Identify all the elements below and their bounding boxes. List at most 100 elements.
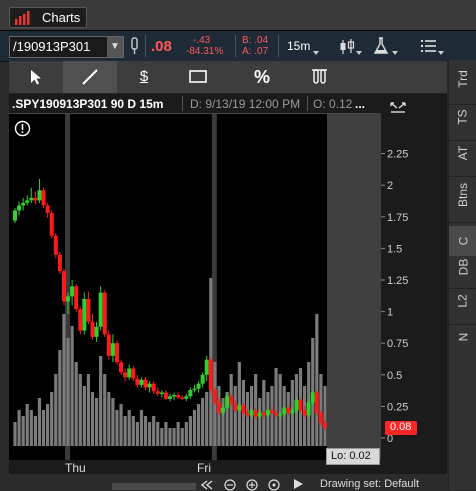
candle-body [245, 412, 250, 416]
price-level-tool[interactable]: $ [117, 61, 171, 93]
chevron-down-icon[interactable] [438, 51, 444, 55]
drawing-toolbar: $ % [9, 61, 447, 94]
reset-zoom-icon[interactable] [268, 479, 280, 491]
volume-bar [13, 422, 17, 446]
candle-body [106, 334, 111, 356]
candle-body [25, 200, 30, 203]
chart-symbol-title: .SPY190913P301 90 D 15m [12, 97, 164, 111]
charts-tab[interactable]: Charts [9, 7, 87, 28]
candle-body [184, 396, 189, 399]
y-tick-label: 0.25 [387, 401, 408, 413]
tab-ts[interactable]: TS [449, 109, 476, 140]
tab-trd[interactable]: Trd [449, 70, 476, 102]
y-tick-label: 1.25 [387, 275, 408, 287]
y-tick-label: 2 [387, 180, 393, 192]
volume-bar [143, 416, 148, 446]
more-button[interactable]: ... [355, 97, 365, 111]
volume-bar [25, 404, 29, 446]
volume-bar [111, 398, 115, 446]
percent-tool[interactable]: % [235, 61, 289, 93]
line-tool[interactable] [63, 61, 117, 93]
chevron-down-icon[interactable] [356, 51, 362, 55]
volume-bar [135, 422, 139, 446]
candle-body [229, 396, 234, 404]
chevron-down-icon[interactable]: ▼ [107, 37, 123, 57]
candle-body [53, 235, 58, 255]
volume-bar [131, 416, 135, 446]
studies-tool[interactable] [293, 61, 347, 93]
candle-body [286, 407, 291, 413]
price-chart[interactable] [9, 114, 381, 460]
cursor-tool[interactable] [9, 61, 63, 93]
volume-bar [164, 422, 168, 446]
bottom-bar: Drawing set: Default [0, 474, 476, 491]
horizontal-scrollbar[interactable] [112, 483, 196, 490]
candle-body [29, 197, 34, 201]
candle-body [37, 190, 42, 201]
candle-body [253, 410, 258, 417]
play-icon[interactable] [292, 478, 304, 490]
candle-body [61, 271, 66, 302]
side-tab-strip: Trd TS AT Btns C DB L2 N [448, 60, 476, 490]
tab-divider [449, 222, 476, 223]
candle-body [306, 402, 311, 416]
candle-body [147, 383, 152, 388]
volume-bar [278, 374, 282, 446]
tab-db[interactable]: DB [449, 259, 476, 290]
tab-divider [449, 324, 476, 325]
studies-flask-icon[interactable] [372, 37, 390, 55]
y-tick-label: 1.5 [387, 243, 402, 255]
tab-n[interactable]: N [449, 330, 476, 360]
zoom-out-icon[interactable] [224, 479, 236, 491]
extended-hours-shade [327, 114, 381, 460]
symbol-input[interactable]: /190913P301 ▼ [9, 36, 124, 58]
header-divider [182, 96, 183, 111]
symbol-text: /190913P301 [13, 39, 91, 54]
test-tubes-icon [312, 69, 327, 84]
tab-l2[interactable]: L2 [449, 294, 476, 324]
candle-body [45, 205, 50, 214]
candle-body [110, 343, 115, 356]
volume-bar [148, 422, 152, 446]
window-title: Charts [42, 10, 81, 25]
volume-bar [156, 422, 160, 446]
volume-bar [172, 428, 176, 446]
candle-body [41, 190, 46, 206]
candlestick-style-icon[interactable] [338, 38, 356, 56]
volume-bar [168, 428, 172, 446]
candle-body [249, 410, 254, 416]
scroll-left-icon[interactable] [200, 480, 214, 490]
trend-line-icon [82, 69, 98, 85]
alert-icon[interactable] [14, 120, 31, 137]
candle-body [94, 326, 99, 337]
candle-body [294, 400, 299, 411]
tab-at[interactable]: AT [449, 146, 476, 176]
candle-body [180, 397, 185, 400]
rectangle-tool[interactable] [171, 61, 225, 93]
bid-price: B: .04 [242, 35, 269, 46]
x-tick-label: Thu [65, 461, 86, 475]
zoom-in-icon[interactable] [246, 479, 258, 491]
candle-body [163, 392, 168, 399]
chevron-down-icon[interactable] [392, 51, 398, 55]
tab-c[interactable]: C [449, 226, 476, 256]
price-axis[interactable]: 2.25 2 1.75 1.5 1.25 1 0.75 0.5 0.25 0 0.08 [381, 94, 447, 460]
volume-bar [323, 386, 327, 446]
candle-body [298, 400, 303, 411]
volume-bar [82, 386, 86, 446]
link-icon[interactable] [129, 37, 141, 55]
volume-bar [152, 416, 156, 446]
drawing-set-label[interactable]: Drawing set: Default [320, 478, 419, 490]
time-axis[interactable]: Thu Fri [9, 460, 447, 475]
candle-body [265, 410, 270, 416]
candle-body [200, 374, 205, 384]
candle-body [290, 410, 295, 413]
candle-body [66, 296, 71, 302]
chevron-down-icon[interactable] [313, 51, 319, 55]
timeframe-selector[interactable]: 15m [287, 39, 310, 53]
tab-divider [449, 176, 476, 177]
menu-icon[interactable] [420, 38, 438, 54]
candle-body [90, 321, 95, 337]
volume-bar [99, 356, 103, 446]
volume-bar [119, 404, 123, 446]
